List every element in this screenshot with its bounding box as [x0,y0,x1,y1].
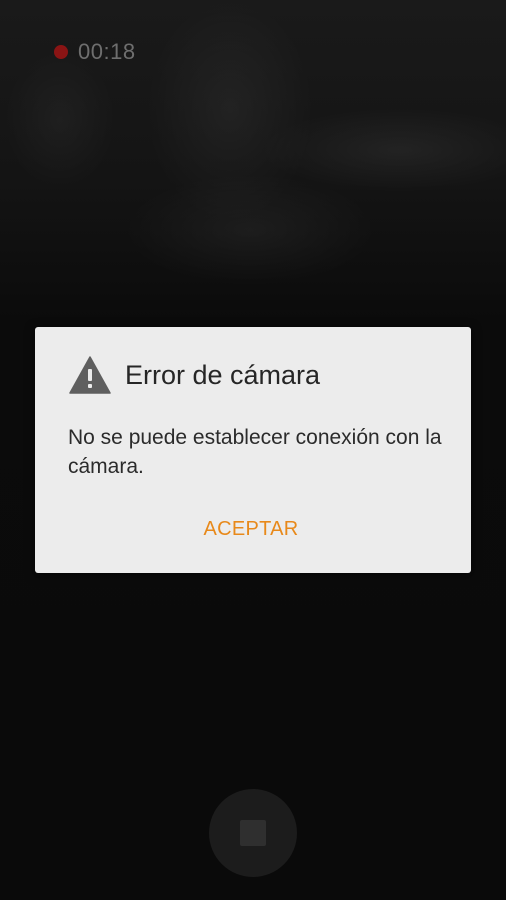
camera-error-dialog: Error de cámara No se puede establecer c… [35,327,471,573]
record-stop-button[interactable] [209,789,297,877]
recording-dot-icon [54,45,68,59]
accept-button[interactable]: ACEPTAR [185,509,317,549]
recording-timer: 00:18 [78,39,136,64]
warning-icon [69,356,111,394]
stop-icon [240,820,266,846]
recording-indicator: 00:18 [54,39,136,64]
dialog-header: Error de cámara [69,353,320,397]
dialog-title: Error de cámara [125,359,321,390]
dialog-message: No se puede establecer conexión con la c… [68,426,442,478]
